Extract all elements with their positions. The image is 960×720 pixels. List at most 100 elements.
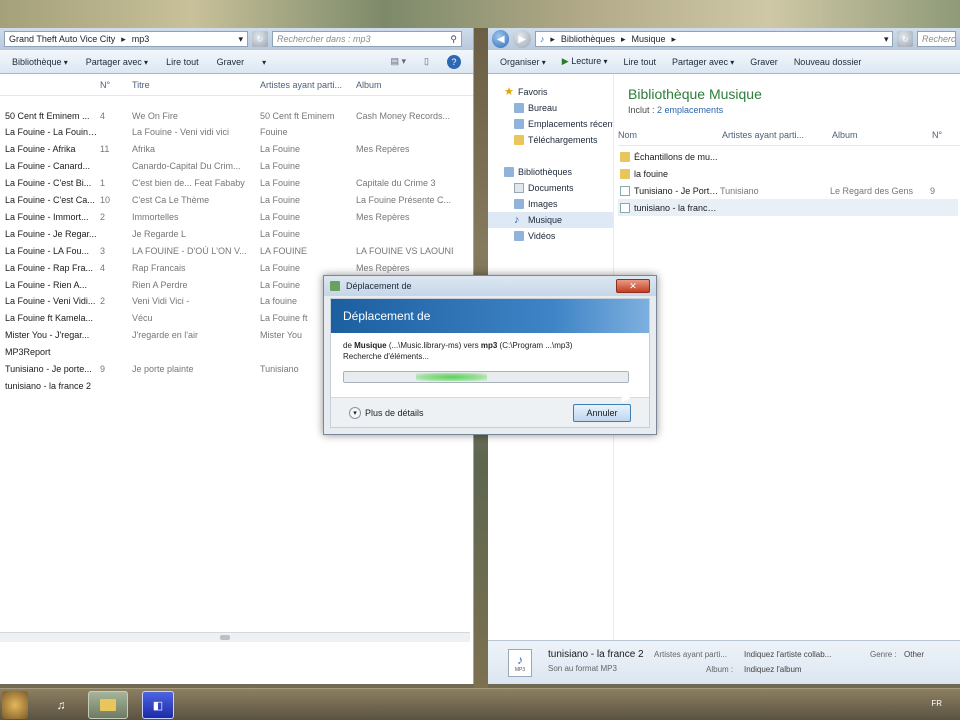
table-row[interactable]: 50 Cent ft Eminem ... 4 We On Fire 50 Cent … (0, 107, 473, 124)
file-name: Tunisiano - Je porte... (5, 364, 92, 374)
organize-menu[interactable]: Organiser (500, 57, 546, 67)
table-row[interactable]: La Fouine - C'est Ca... 10 C'est Ca Le Thè… (0, 192, 473, 209)
track-number: 10 (100, 195, 111, 205)
nav-videos[interactable]: Vidéos (488, 228, 613, 244)
more-details-button[interactable]: ▾ Plus de détails (349, 407, 424, 419)
music-icon: ♪ (514, 214, 520, 226)
table-row[interactable]: La Fouine - Immort... 2 Immortelles La Foui… (0, 208, 473, 225)
new-folder-button[interactable]: Nouveau dossier (794, 57, 862, 67)
nav-libraries[interactable]: Bibliothèques (488, 164, 613, 180)
nav-recent-places[interactable]: Emplacements récents (488, 116, 613, 132)
more-options-button[interactable] (262, 57, 266, 67)
breadcrumb[interactable]: ♪ ▸ Bibliothèques ▸ Musique ▸ ▾ (534, 31, 894, 47)
breadcrumb-item-libraries[interactable]: Bibliothèques (561, 34, 615, 44)
column-header-title[interactable]: Titre (132, 80, 260, 90)
start-button[interactable] (2, 691, 28, 719)
refresh-icon[interactable]: ↻ (252, 31, 268, 47)
nav-images[interactable]: Images (488, 196, 613, 212)
libraries-icon (504, 167, 514, 177)
play-button[interactable]: ▶ Lecture (562, 56, 608, 67)
language-indicator[interactable]: FR (931, 699, 942, 708)
refresh-icon[interactable]: ↻ (897, 31, 913, 47)
table-row[interactable]: Tunisiano - Je Porte... Tunisiano Le Regar… (618, 182, 958, 199)
table-row[interactable]: La Fouine - C'est Bi... 1 C'est bien de...… (0, 175, 473, 192)
share-with-menu[interactable]: Partager avec (86, 57, 148, 67)
details-album-value[interactable]: Indiquez l'album (744, 665, 802, 674)
table-row[interactable]: la fouine (618, 165, 958, 182)
folder-icon (620, 151, 630, 162)
dialog-taskbar-button[interactable]: ◧ (142, 691, 174, 719)
column-header-number[interactable]: N° (100, 80, 132, 90)
nav-favorites[interactable]: ★ Favoris (488, 84, 613, 100)
search-input[interactable]: Recherche (916, 31, 957, 47)
locations-link[interactable]: 2 emplacements (657, 105, 723, 115)
track-artist: La Fouine (260, 262, 301, 273)
media-player-icon[interactable]: ♫ (48, 691, 74, 719)
nav-documents[interactable]: Documents (488, 180, 613, 196)
table-row[interactable]: La Fouine - La Fouine ... La Fouine - Ven… (0, 124, 473, 141)
file-name: La Fouine - LA Fou... (5, 245, 90, 256)
source-link[interactable]: Musique (354, 341, 386, 350)
library-title: Bibliothèque Musique (628, 86, 762, 102)
column-header-album[interactable]: Album (832, 130, 932, 140)
burn-button[interactable]: Graver (217, 57, 245, 67)
breadcrumb-item-mp3[interactable]: mp3 (132, 34, 150, 44)
details-artist-value[interactable]: Indiquez l'artiste collab... (744, 650, 831, 659)
details-album-label: Album : (706, 665, 734, 674)
help-icon[interactable]: ? (447, 54, 461, 69)
play-all-button[interactable]: Lire tout (166, 57, 199, 67)
details-genre-value[interactable]: Other (904, 650, 924, 659)
move-details-line: de Musique (...\Music.library-ms) vers m… (343, 341, 573, 350)
burn-button[interactable]: Graver (750, 57, 778, 67)
breadcrumb-item-folder[interactable]: Grand Theft Auto Vice City (9, 34, 115, 44)
breadcrumb[interactable]: Grand Theft Auto Vice City ▸ mp3 ▾ (4, 31, 248, 47)
forward-button[interactable]: ▶ (513, 30, 531, 48)
table-row[interactable]: La Fouine - Je Regar... Je Regarde L La Fo… (0, 225, 473, 242)
command-bar: Organiser ▶ Lecture Lire tout Partager a… (488, 50, 960, 74)
command-bar: Bibliothèque Partager avec Lire tout Gra… (0, 50, 473, 74)
table-row[interactable]: tunisiano - la france 2 (618, 199, 958, 216)
track-title: Immortelles (132, 211, 179, 222)
cancel-button[interactable]: Annuler (573, 404, 631, 422)
table-row[interactable]: La Fouine - LA Fou... 3 LA FOUINE - D'OÙ L… (0, 242, 473, 259)
explorer-taskbar-button[interactable] (88, 691, 128, 719)
table-row[interactable]: Échantillons de mu... (618, 148, 958, 165)
preview-pane-icon[interactable]: ▯ (424, 56, 429, 67)
column-header-number[interactable]: N° (932, 130, 952, 140)
destination-link[interactable]: mp3 (481, 341, 497, 350)
library-menu[interactable]: Bibliothèque (12, 57, 68, 67)
track-album: Le Regard des Gens (830, 185, 914, 196)
videos-icon (514, 231, 524, 241)
column-header-name[interactable]: Nom (618, 130, 722, 140)
track-artist: La Fouine (260, 195, 301, 205)
share-with-menu[interactable]: Partager avec (672, 57, 734, 67)
search-input[interactable]: Rechercher dans : mp3 ⚲ (272, 31, 462, 47)
column-headers: N° Titre Artistes ayant parti... Album (0, 74, 473, 96)
horizontal-scrollbar[interactable] (0, 632, 470, 642)
close-button[interactable]: ✕ (616, 279, 650, 293)
column-header-artist[interactable]: Artistes ayant parti... (260, 80, 356, 90)
images-icon (514, 199, 524, 209)
table-row[interactable]: La Fouine - Rap Fra... 4 Rap Francais La Fo… (0, 259, 473, 276)
nav-music[interactable]: ♪ Musique (488, 212, 613, 228)
back-button[interactable]: ◀ (492, 30, 510, 48)
nav-downloads[interactable]: Téléchargements (488, 132, 613, 148)
file-name: tunisiano - la france 2 (634, 202, 720, 213)
column-header-artist[interactable]: Artistes ayant parti... (722, 130, 832, 140)
table-row[interactable]: La Fouine - Afrika 11 Afrika La Fouine Mes R… (0, 141, 473, 158)
scrollbar-thumb[interactable] (220, 635, 230, 640)
nav-desktop[interactable]: Bureau (488, 100, 613, 116)
table-row[interactable]: La Fouine - Canard... Canardo-Capital Du … (0, 158, 473, 175)
downloads-icon (514, 135, 524, 145)
file-name: MP3Report (5, 347, 51, 358)
column-header-album[interactable]: Album (356, 80, 466, 90)
breadcrumb-item-music[interactable]: Musique (631, 34, 665, 44)
track-number: 9 (930, 185, 936, 196)
view-options-icon[interactable]: ▤ ▾ (391, 56, 407, 67)
track-title: Veni Vidi Vici - (132, 296, 190, 307)
play-icon: ▶ (561, 56, 569, 66)
track-title: C'est bien de... Feat Fababy (132, 178, 245, 189)
play-all-button[interactable]: Lire tout (623, 57, 656, 67)
track-album: LA FOUINE VS LAOUNI (356, 245, 454, 256)
track-title: Afrika (132, 144, 156, 155)
